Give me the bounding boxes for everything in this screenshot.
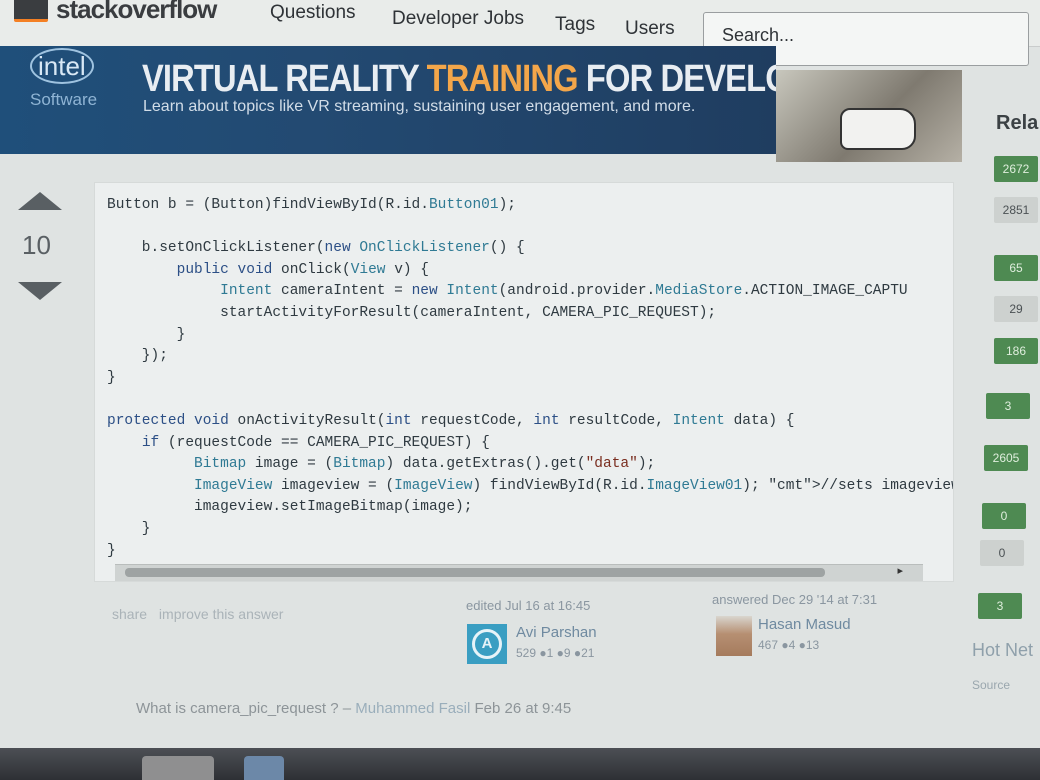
code-line: Intent cameraIntent = new Intent(android… [220,283,908,300]
edited-time-link[interactable]: edited Jul 16 at 16:45 [466,598,590,613]
banner-title: VIRTUAL REALITY TRAINING FOR DEVELOPERS [142,58,776,100]
answered-time: answered Dec 29 '14 at 7:31 [712,592,878,607]
stack-logo-icon [14,0,48,22]
related-question-score[interactable]: 0 [980,540,1024,566]
code-block: Button b = (Button)findViewById(R.id.But… [94,182,954,582]
taskbar-button[interactable] [142,756,214,780]
code-line: } [107,542,116,559]
vr-headset-image [840,108,916,150]
post-menu: share improve this answer [112,606,291,622]
code-text: Button b = (Button)findViewById(R.id.But… [95,183,953,562]
site-logo[interactable]: stackoverflow [14,0,217,25]
related-question-score[interactable]: 29 [994,296,1038,322]
code-line: } [107,326,186,343]
nav-questions[interactable]: Questions [270,2,356,24]
comment-user[interactable]: Muhammed Fasil [355,700,470,717]
author-avatar[interactable] [716,616,752,656]
code-line: }); [107,348,168,365]
improve-link[interactable]: improve this answer [159,606,284,622]
horizontal-scrollbar[interactable]: ▸ [115,564,923,581]
editor-reputation: 529 ●1 ●9 ●21 [516,646,595,660]
related-question-score[interactable]: 3 [986,393,1030,419]
hot-network-item[interactable]: Source [972,678,1010,692]
code-line: Button b = (Button)findViewById(R.id.But… [107,197,516,213]
author-name[interactable]: Hasan Masud [758,616,851,633]
site-logo-text: stackoverflow [56,0,217,24]
hot-network-title: Hot Net [972,640,1034,660]
code-line: protected void onActivityResult(int requ… [107,412,795,429]
intel-logo: intel [30,48,94,84]
downvote-arrow-icon[interactable] [18,282,62,300]
related-question-score[interactable]: 2672 [994,156,1038,182]
code-line: } [107,520,151,537]
upvote-arrow-icon[interactable] [18,192,62,210]
author-reputation: 467 ●4 ●13 [758,638,820,652]
code-line: Bitmap image = (Bitmap) data.getExtras()… [194,456,656,473]
share-link[interactable]: share [112,606,147,622]
code-line: b.setOnClickListener(new OnClickListener… [107,240,525,257]
comment: What is camera_pic_request ? – Muhammed … [136,700,571,717]
scroll-right-arrow-icon[interactable]: ▸ [897,564,903,577]
related-question-score[interactable]: 2851 [994,197,1038,223]
nav-developer-jobs[interactable]: Developer Jobs [392,8,524,30]
code-line: imageview.setImageBitmap(image); [107,499,473,516]
related-question-score[interactable]: 3 [978,593,1022,619]
nav-tags[interactable]: Tags [555,14,595,36]
avatar-a-icon: A [472,629,502,659]
banner-ad[interactable]: intel Software VIRTUAL REALITY TRAINING … [0,46,776,154]
code-line: if (requestCode == CAMERA_PIC_REQUEST) { [141,434,490,451]
intel-software-label: Software [30,90,98,109]
vote-count: 10 [22,230,51,260]
taskbar-browser-icon[interactable] [244,756,284,780]
code-line: } [107,369,116,386]
nav-users[interactable]: Users [625,18,675,40]
code-line: public void onClick(View v) { [176,261,430,278]
related-title: Rela [996,112,1039,134]
taskbar [0,748,1040,780]
related-question-score[interactable]: 186 [994,338,1038,364]
comment-text: What is camera_pic_request ? – [136,700,356,717]
related-question-score[interactable]: 2605 [984,445,1028,471]
editor-avatar[interactable]: A [467,624,507,664]
scrollbar-thumb[interactable] [125,568,825,577]
related-question-score[interactable]: 65 [994,255,1038,281]
banner-subtitle: Learn about topics like VR streaming, su… [143,98,696,115]
editor-name[interactable]: Avi Parshan [516,624,597,641]
comment-time[interactable]: Feb 26 at 9:45 [470,700,571,717]
code-line: startActivityForResult(cameraIntent, CAM… [107,304,717,321]
related-question-score[interactable]: 0 [982,503,1026,529]
code-line: ImageView imageview = (ImageView) findVi… [194,477,954,494]
